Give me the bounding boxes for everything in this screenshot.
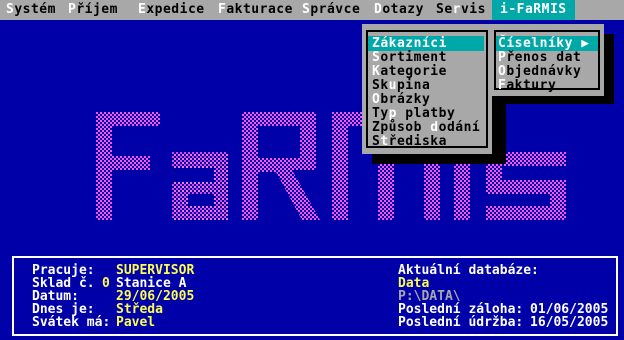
item-label: Ty <box>372 106 389 121</box>
dotazy-item-zakaznici[interactable]: Zákazníci <box>368 36 484 51</box>
item-label: ategorie <box>380 64 447 79</box>
logo-letter-r <box>242 112 320 220</box>
item-label: Sk <box>372 78 389 93</box>
store-number: 0 <box>102 276 110 291</box>
nameday-label: Svátek má: <box>32 315 111 330</box>
menu-expedice[interactable]: Expedice <box>138 0 205 20</box>
status-panel: Pracuje: SUPERVISOR Sklad č. 0 Stanice A… <box>12 256 618 336</box>
menu-label: akturace <box>226 2 293 17</box>
dotazy-item-sortiment[interactable]: Sortiment <box>372 50 447 65</box>
item-label: íselníky ▶ <box>506 36 590 51</box>
menu-label: otazy <box>382 2 424 17</box>
servis-item-prenos-dat[interactable]: Přenos dat <box>498 50 581 65</box>
servis-item-objednavky[interactable]: Objednávky <box>498 64 581 79</box>
item-label: ákazníci <box>380 36 447 51</box>
menu-label: Se <box>436 2 453 17</box>
item-label: aktury <box>506 78 557 93</box>
servis-item-ciselniky[interactable]: Číselníky ▶ <box>496 36 598 51</box>
maintenance-date: 16/05/2005 <box>530 315 609 330</box>
dotazy-item-typ-platby[interactable]: Typ platby <box>372 106 455 121</box>
servis-dropdown: Číselníky ▶ Přenos dat Objednávky Faktur… <box>490 24 604 96</box>
logo-letter-f <box>96 112 160 220</box>
dotazy-item-obrazky[interactable]: Obrázky <box>372 92 430 107</box>
dotazy-item-strediska[interactable]: Střediska <box>372 134 447 149</box>
menu-label: i-FaRMIS <box>500 2 567 17</box>
item-label: bjednávky <box>506 64 582 79</box>
menu-spravce[interactable]: Správce <box>302 0 360 20</box>
dotazy-dropdown: Zákazníci Sortiment Kategorie Skupina Ob… <box>362 24 492 154</box>
menu-label: vis <box>460 2 486 17</box>
menu-fakturace[interactable]: Fakturace <box>218 0 293 20</box>
menu-label: říjem <box>76 2 118 17</box>
dotazy-item-zpusob-dodani[interactable]: Způsob dodání <box>372 120 480 135</box>
farmis-screen: Systém Příjem Expedice Fakturace Správce… <box>0 0 624 340</box>
maintenance-label: Poslední údržba: <box>398 315 524 330</box>
dotazy-item-skupina[interactable]: Skupina <box>372 78 430 93</box>
menu-prijem[interactable]: Příjem <box>68 0 118 20</box>
item-hotkey: t <box>380 134 389 149</box>
item-label: řenos dat <box>506 50 582 65</box>
menu-label: právce <box>310 2 361 17</box>
dotazy-item-kategorie[interactable]: Kategorie <box>372 64 447 79</box>
item-label: platby <box>396 106 456 121</box>
item-label: Způsob <box>372 120 431 135</box>
menu-hotkey: r <box>452 2 461 17</box>
menu-bar: Systém Příjem Expedice Fakturace Správce… <box>0 0 624 20</box>
menu-label: ystém <box>14 2 56 17</box>
nameday-value: Pavel <box>116 315 156 330</box>
menu-system[interactable]: Systém <box>6 0 56 20</box>
item-label: ortiment <box>380 50 447 65</box>
item-hotkey: u <box>388 78 397 93</box>
menu-label: xpedice <box>146 2 205 17</box>
servis-item-faktury[interactable]: Faktury <box>498 78 556 93</box>
logo-letter-a <box>172 152 228 220</box>
item-label: pina <box>396 78 431 93</box>
menu-dotazy[interactable]: Dotazy <box>374 0 424 20</box>
item-label: odání <box>438 120 481 135</box>
menu-i-farmis[interactable]: i-FaRMIS <box>492 0 575 20</box>
item-label: řediska <box>388 134 447 149</box>
item-label: brázky <box>380 92 431 107</box>
menu-servis[interactable]: Servis <box>436 0 486 20</box>
item-hotkey: d <box>430 120 439 135</box>
item-hotkey: p <box>388 106 397 121</box>
